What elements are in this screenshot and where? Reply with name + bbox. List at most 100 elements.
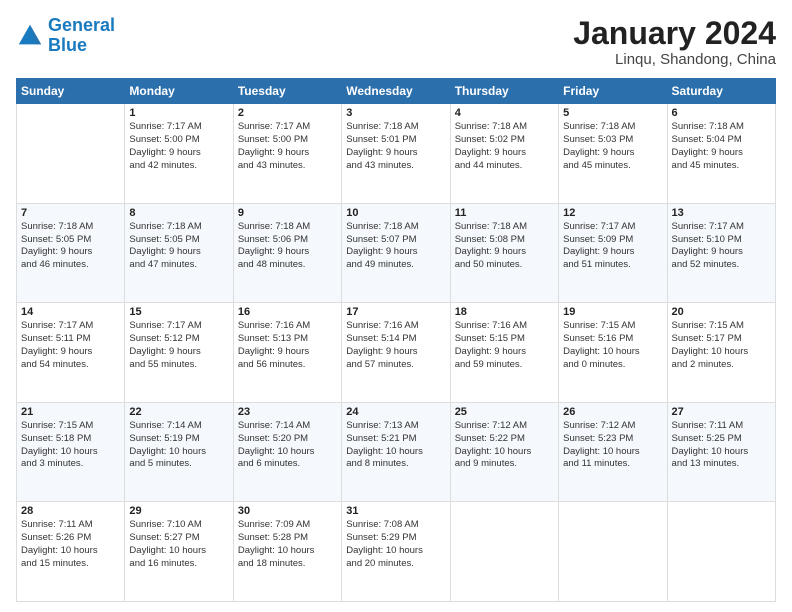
calendar-week-row: 14 Sunrise: 7:17 AM Sunset: 5:11 PM Dayli… <box>17 303 776 403</box>
day-info: Sunrise: 7:18 AM Sunset: 5:01 PM Dayligh… <box>346 121 445 172</box>
calendar-table: SundayMondayTuesdayWednesdayThursdayFrid… <box>16 78 776 602</box>
calendar-week-row: 21 Sunrise: 7:15 AM Sunset: 5:18 PM Dayli… <box>17 402 776 502</box>
day-of-week-header: Monday <box>125 79 233 104</box>
day-number: 9 <box>238 207 337 219</box>
calendar-day-cell: 1 Sunrise: 7:17 AM Sunset: 5:00 PM Daylig… <box>125 104 233 204</box>
day-number: 2 <box>238 107 337 119</box>
calendar-day-cell <box>17 104 125 204</box>
day-info: Sunrise: 7:18 AM Sunset: 5:03 PM Dayligh… <box>563 121 662 172</box>
day-info: Sunrise: 7:12 AM Sunset: 5:22 PM Dayligh… <box>455 420 554 471</box>
calendar-week-row: 28Sunrise: 7:11 AM Sunset: 5:26 PM Dayli… <box>17 502 776 602</box>
day-number: 20 <box>672 306 771 318</box>
day-number: 29 <box>129 505 228 517</box>
calendar-day-cell: 15 Sunrise: 7:17 AM Sunset: 5:12 PM Dayli… <box>125 303 233 403</box>
calendar-day-cell: 5 Sunrise: 7:18 AM Sunset: 5:03 PM Daylig… <box>559 104 667 204</box>
day-info: Sunrise: 7:16 AM Sunset: 5:14 PM Dayligh… <box>346 320 445 371</box>
title-block: January 2024 Linqu, Shandong, China <box>573 16 776 68</box>
calendar-day-cell: 17 Sunrise: 7:16 AM Sunset: 5:14 PM Dayli… <box>342 303 450 403</box>
calendar-day-cell: 24 Sunrise: 7:13 AM Sunset: 5:21 PM Dayli… <box>342 402 450 502</box>
day-of-week-header: Sunday <box>17 79 125 104</box>
calendar-day-cell: 29 Sunrise: 7:10 AM Sunset: 5:27 PM Dayli… <box>125 502 233 602</box>
calendar-day-cell: 18 Sunrise: 7:16 AM Sunset: 5:15 PM Dayli… <box>450 303 558 403</box>
day-info: Sunrise: 7:17 AM Sunset: 5:00 PM Dayligh… <box>129 121 228 172</box>
day-of-week-header: Friday <box>559 79 667 104</box>
day-number: 14 <box>21 306 120 318</box>
day-info: Sunrise: 7:15 AM Sunset: 5:16 PM Dayligh… <box>563 320 662 371</box>
calendar-day-cell <box>559 502 667 602</box>
calendar-day-cell: 11 Sunrise: 7:18 AM Sunset: 5:08 PM Dayli… <box>450 203 558 303</box>
day-number: 23 <box>238 406 337 418</box>
day-info: Sunrise: 7:18 AM Sunset: 5:08 PM Dayligh… <box>455 221 554 272</box>
day-number: 1 <box>129 107 228 119</box>
subtitle: Linqu, Shandong, China <box>573 51 776 68</box>
day-number: 28 <box>21 505 120 517</box>
calendar-day-cell: 23 Sunrise: 7:14 AM Sunset: 5:20 PM Dayli… <box>233 402 341 502</box>
day-info: Sunrise: 7:17 AM Sunset: 5:11 PM Dayligh… <box>21 320 120 371</box>
day-number: 16 <box>238 306 337 318</box>
calendar-day-cell: 4Sunrise: 7:18 AM Sunset: 5:02 PM Daylig… <box>450 104 558 204</box>
day-number: 10 <box>346 207 445 219</box>
day-number: 25 <box>455 406 554 418</box>
calendar-day-cell: 16 Sunrise: 7:16 AM Sunset: 5:13 PM Dayli… <box>233 303 341 403</box>
day-info: Sunrise: 7:15 AM Sunset: 5:18 PM Dayligh… <box>21 420 120 471</box>
day-info: Sunrise: 7:18 AM Sunset: 5:05 PM Dayligh… <box>21 221 120 272</box>
day-number: 24 <box>346 406 445 418</box>
day-info: Sunrise: 7:14 AM Sunset: 5:19 PM Dayligh… <box>129 420 228 471</box>
day-info: Sunrise: 7:18 AM Sunset: 5:06 PM Dayligh… <box>238 221 337 272</box>
day-of-week-header: Tuesday <box>233 79 341 104</box>
day-number: 17 <box>346 306 445 318</box>
calendar-day-cell: 7 Sunrise: 7:18 AM Sunset: 5:05 PM Daylig… <box>17 203 125 303</box>
calendar-day-cell: 6Sunrise: 7:18 AM Sunset: 5:04 PM Daylig… <box>667 104 775 204</box>
day-number: 21 <box>21 406 120 418</box>
main-title: January 2024 <box>573 16 776 51</box>
day-info: Sunrise: 7:18 AM Sunset: 5:04 PM Dayligh… <box>672 121 771 172</box>
calendar-day-cell: 25 Sunrise: 7:12 AM Sunset: 5:22 PM Dayli… <box>450 402 558 502</box>
calendar-day-cell: 2Sunrise: 7:17 AM Sunset: 5:00 PM Daylig… <box>233 104 341 204</box>
calendar-day-cell: 14 Sunrise: 7:17 AM Sunset: 5:11 PM Dayli… <box>17 303 125 403</box>
day-info: Sunrise: 7:16 AM Sunset: 5:15 PM Dayligh… <box>455 320 554 371</box>
calendar-day-cell: 21 Sunrise: 7:15 AM Sunset: 5:18 PM Dayli… <box>17 402 125 502</box>
calendar-day-cell: 9 Sunrise: 7:18 AM Sunset: 5:06 PM Daylig… <box>233 203 341 303</box>
calendar-day-cell <box>667 502 775 602</box>
calendar-day-cell: 19 Sunrise: 7:15 AM Sunset: 5:16 PM Dayli… <box>559 303 667 403</box>
calendar-day-cell: 10 Sunrise: 7:18 AM Sunset: 5:07 PM Dayli… <box>342 203 450 303</box>
day-info: Sunrise: 7:13 AM Sunset: 5:21 PM Dayligh… <box>346 420 445 471</box>
day-info: Sunrise: 7:12 AM Sunset: 5:23 PM Dayligh… <box>563 420 662 471</box>
calendar-day-cell: 22Sunrise: 7:14 AM Sunset: 5:19 PM Dayli… <box>125 402 233 502</box>
calendar-day-cell: 27 Sunrise: 7:11 AM Sunset: 5:25 PM Dayli… <box>667 402 775 502</box>
day-number: 15 <box>129 306 228 318</box>
header: General Blue January 2024 Linqu, Shandon… <box>16 16 776 68</box>
day-number: 7 <box>21 207 120 219</box>
day-number: 27 <box>672 406 771 418</box>
day-number: 4 <box>455 107 554 119</box>
day-number: 11 <box>455 207 554 219</box>
day-number: 5 <box>563 107 662 119</box>
day-of-week-header: Saturday <box>667 79 775 104</box>
day-number: 8 <box>129 207 228 219</box>
day-of-week-header: Thursday <box>450 79 558 104</box>
day-info: Sunrise: 7:14 AM Sunset: 5:20 PM Dayligh… <box>238 420 337 471</box>
page: General Blue January 2024 Linqu, Shandon… <box>0 0 792 612</box>
day-info: Sunrise: 7:11 AM Sunset: 5:25 PM Dayligh… <box>672 420 771 471</box>
calendar-header-row: SundayMondayTuesdayWednesdayThursdayFrid… <box>17 79 776 104</box>
day-number: 18 <box>455 306 554 318</box>
day-of-week-header: Wednesday <box>342 79 450 104</box>
logo: General Blue <box>16 16 115 56</box>
logo-icon <box>16 22 44 50</box>
day-number: 30 <box>238 505 337 517</box>
calendar-day-cell: 3Sunrise: 7:18 AM Sunset: 5:01 PM Daylig… <box>342 104 450 204</box>
calendar-day-cell: 13 Sunrise: 7:17 AM Sunset: 5:10 PM Dayli… <box>667 203 775 303</box>
day-info: Sunrise: 7:18 AM Sunset: 5:07 PM Dayligh… <box>346 221 445 272</box>
day-info: Sunrise: 7:17 AM Sunset: 5:09 PM Dayligh… <box>563 221 662 272</box>
calendar-day-cell: 31Sunrise: 7:08 AM Sunset: 5:29 PM Dayli… <box>342 502 450 602</box>
day-info: Sunrise: 7:10 AM Sunset: 5:27 PM Dayligh… <box>129 519 228 570</box>
day-number: 13 <box>672 207 771 219</box>
calendar-day-cell: 12Sunrise: 7:17 AM Sunset: 5:09 PM Dayli… <box>559 203 667 303</box>
calendar-day-cell: 20Sunrise: 7:15 AM Sunset: 5:17 PM Dayli… <box>667 303 775 403</box>
day-info: Sunrise: 7:17 AM Sunset: 5:10 PM Dayligh… <box>672 221 771 272</box>
day-info: Sunrise: 7:18 AM Sunset: 5:05 PM Dayligh… <box>129 221 228 272</box>
day-info: Sunrise: 7:17 AM Sunset: 5:12 PM Dayligh… <box>129 320 228 371</box>
day-info: Sunrise: 7:09 AM Sunset: 5:28 PM Dayligh… <box>238 519 337 570</box>
day-number: 19 <box>563 306 662 318</box>
day-info: Sunrise: 7:16 AM Sunset: 5:13 PM Dayligh… <box>238 320 337 371</box>
